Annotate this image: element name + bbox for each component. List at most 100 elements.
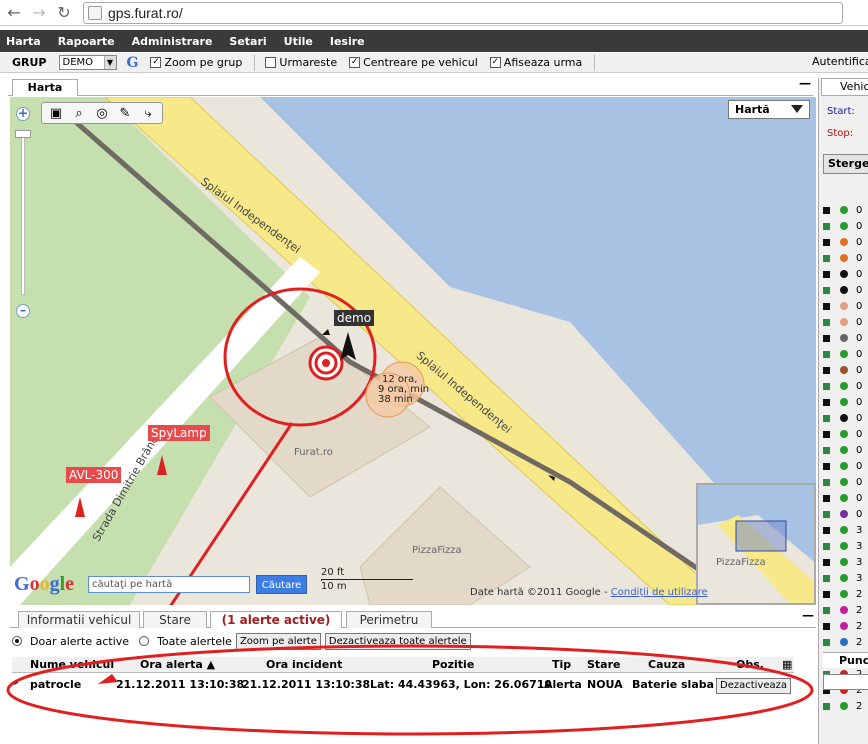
menu-item-setari[interactable]: Setari [229, 35, 266, 48]
tab-alerts[interactable]: (1 alerte active) [210, 611, 342, 628]
points-tab[interactable]: Punc [823, 652, 868, 668]
address-bar[interactable]: gps.furat.ro/ [83, 1, 843, 24]
menu-item-harta[interactable]: Harta [6, 35, 41, 48]
menu-item-utile[interactable]: Utile [284, 35, 313, 48]
list-item[interactable]: 0 [823, 426, 868, 442]
trail-checkbox[interactable]: ✓ Afiseaza urma [489, 56, 582, 69]
list-item[interactable]: 2 [823, 698, 868, 714]
zoom-in-button[interactable]: + [16, 107, 30, 121]
menu-item-rapoarte[interactable]: Rapoarte [58, 35, 115, 48]
scale-ft: 20 ft [321, 567, 345, 578]
tab-vehicles[interactable]: Vehic [821, 78, 868, 96]
checkbox-checked[interactable]: ✓ [489, 57, 501, 68]
vehicle-color-dot [840, 414, 848, 422]
list-item[interactable]: 0 [823, 266, 868, 282]
back-icon[interactable]: ← [3, 2, 25, 24]
vehicle-label-demo[interactable]: demo [334, 310, 375, 326]
vehicle-color-dot [840, 606, 848, 614]
vehicle-color-dot [840, 510, 848, 518]
vehicle-color-dot [840, 478, 848, 486]
menu-item-iesire[interactable]: Iesire [330, 35, 365, 48]
list-item[interactable]: 2 [823, 618, 868, 634]
list-item[interactable]: 2 [823, 634, 868, 650]
vehicle-row-label: 0 [856, 268, 863, 280]
tab-vehicle-info[interactable]: Informatii vehicul [18, 611, 140, 628]
clear-button[interactable]: Sterge [823, 154, 868, 174]
auth-link[interactable]: Autentifica [812, 55, 868, 68]
vehicle-status-square [823, 542, 830, 550]
vehicle-status-square [823, 638, 830, 646]
map-type-select[interactable]: Hartă [728, 100, 810, 119]
vehicle-color-dot [840, 350, 848, 358]
tab-perimeter[interactable]: Perimetru [346, 611, 432, 628]
group-select[interactable]: DEMO ▼ [58, 55, 117, 70]
list-item[interactable]: 3 [823, 522, 868, 538]
list-item[interactable]: 0 [823, 458, 868, 474]
list-item[interactable]: 3 [823, 538, 868, 554]
map-search-button[interactable]: Căutare [256, 575, 307, 594]
vehicle-label-spylamp[interactable]: SpyLamp [148, 425, 210, 441]
follow-checkbox[interactable]: Urmareste [265, 56, 337, 69]
list-item[interactable]: 0 [823, 346, 868, 362]
url-text: gps.furat.ro/ [108, 4, 183, 21]
menu-item-administrare[interactable]: Administrare [132, 35, 213, 48]
list-item[interactable]: 0 [823, 378, 868, 394]
list-item[interactable]: 0 [823, 202, 868, 218]
vehicle-status-square [823, 382, 830, 390]
route-icon[interactable]: ⤷ [138, 104, 158, 122]
zoom-area-icon[interactable]: ▣ [46, 104, 66, 122]
list-item[interactable]: 2 [823, 586, 868, 602]
reload-icon[interactable]: ↻ [53, 2, 75, 24]
minimize-icon[interactable]: — [802, 608, 814, 622]
vehicle-color-dot [840, 590, 848, 598]
zoom-group-label: Zoom pe grup [164, 56, 243, 69]
list-item[interactable]: 0 [823, 298, 868, 314]
list-item[interactable]: 3 [823, 570, 868, 586]
zoom-slider-handle[interactable] [15, 130, 31, 138]
list-item[interactable]: 0 [823, 282, 868, 298]
browser-toolbar: ← → ↻ gps.furat.ro/ [0, 0, 868, 26]
checkbox-checked[interactable]: ✓ [349, 57, 361, 68]
map-canvas[interactable]: PizzaFizza ▣ ⌕ ◎ ✎ ⤷ + – Hartă Splaiul I… [10, 97, 816, 605]
list-item[interactable]: 0 [823, 474, 868, 490]
vehicle-color-dot [840, 318, 848, 326]
list-item[interactable]: 0 [823, 490, 868, 506]
vehicle-color-dot [840, 334, 848, 342]
map-search-input[interactable]: căutaţi pe hartă [88, 576, 250, 593]
list-item[interactable]: 2 [823, 602, 868, 618]
zoom-out-button[interactable]: – [16, 304, 30, 318]
vehicle-color-dot [840, 366, 848, 374]
measure-icon[interactable]: ✎ [115, 104, 135, 122]
list-item[interactable]: 3 [823, 554, 868, 570]
list-item[interactable]: 0 [823, 442, 868, 458]
poi-furat: Furat.ro [294, 447, 333, 458]
list-item[interactable]: 0 [823, 218, 868, 234]
scale-m: 10 m [321, 581, 347, 592]
vehicle-label-avl[interactable]: AVL-300 [66, 467, 122, 483]
checkbox-checked[interactable]: ✓ [150, 57, 162, 68]
list-item[interactable]: 0 [823, 506, 868, 522]
list-item[interactable]: 0 [823, 410, 868, 426]
forward-icon[interactable]: → [28, 2, 50, 24]
terms-link[interactable]: Condiţii de utilizare [611, 587, 708, 598]
vehicle-color-dot [840, 254, 848, 262]
center-checkbox[interactable]: ✓ Centreare pe vehicul [349, 56, 478, 69]
zoom-group-checkbox[interactable]: ✓ Zoom pe grup [150, 56, 242, 69]
list-item[interactable]: 0 [823, 314, 868, 330]
zoom-rect-icon[interactable]: ⌕ [69, 104, 89, 122]
list-item[interactable]: 0 [823, 394, 868, 410]
tab-state[interactable]: Stare [143, 611, 207, 628]
list-item[interactable]: 0 [823, 362, 868, 378]
checkbox-unchecked[interactable] [265, 57, 277, 68]
vehicle-row-label: 0 [856, 492, 863, 504]
list-item[interactable]: 0 [823, 234, 868, 250]
points-search-input[interactable] [823, 674, 868, 690]
list-item[interactable]: 0 [823, 330, 868, 346]
vehicle-status-square [823, 478, 830, 486]
tab-harta[interactable]: Harta [12, 79, 78, 96]
zoom-slider-track[interactable] [21, 137, 25, 295]
overview-map[interactable]: PizzaFizza [696, 483, 816, 605]
minimize-icon[interactable]: — [799, 76, 811, 90]
poi-icon[interactable]: ◎ [92, 104, 112, 122]
list-item[interactable]: 0 [823, 250, 868, 266]
